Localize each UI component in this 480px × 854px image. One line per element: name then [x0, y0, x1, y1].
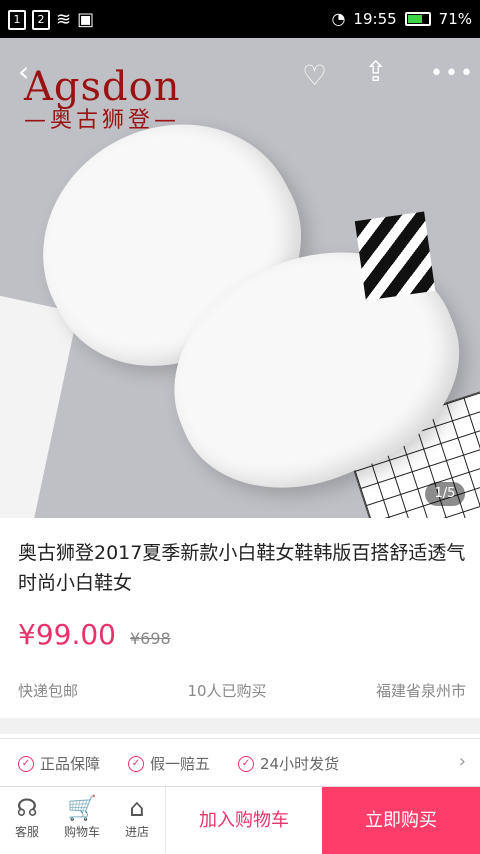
check-icon: ✓: [238, 755, 254, 772]
buy-now-button[interactable]: 立即购买: [322, 787, 480, 854]
battery-icon: [404, 11, 431, 26]
chevron-right-icon[interactable]: ›: [459, 751, 466, 772]
product-title: 奥古狮登2017夏季新款小白鞋女鞋韩版百搭舒适透气时尚小白鞋女: [18, 542, 466, 594]
more-icon[interactable]: •••: [430, 58, 475, 90]
back-icon[interactable]: ‹: [18, 56, 29, 88]
current-price: ¥99.00: [18, 618, 116, 651]
headset-icon: ☊: [16, 794, 38, 822]
battery-fill: [407, 14, 422, 23]
add-to-cart-button[interactable]: 加入购物车: [165, 787, 322, 854]
section-divider: [0, 718, 480, 734]
service-tab[interactable]: ☊ 客服: [0, 793, 54, 840]
meta-row: 快递包邮 10人已购买 福建省泉州市: [18, 680, 466, 701]
check-icon: ✓: [128, 755, 144, 772]
image-indicator: 1/5: [425, 482, 465, 506]
check-icon: ✓: [18, 755, 34, 772]
cart-label: 购物车: [63, 825, 100, 839]
brand-logo: Agsdon —奥古狮登—: [24, 66, 180, 134]
product-image[interactable]: Agsdon —奥古狮登— ‹ ♡ ⇪ ••• 1/5: [0, 38, 480, 518]
sim1-icon: 1: [8, 9, 26, 30]
cart-icon: 🛒: [67, 794, 97, 822]
store-icon: ⌂: [129, 794, 145, 822]
clock-time: 19:55: [353, 9, 397, 28]
brand-logo-en: Agsdon: [24, 64, 181, 110]
shoe-stripes: [354, 211, 436, 301]
service-label: 客服: [14, 825, 39, 839]
price-row: ¥99.00 ¥698: [18, 618, 171, 651]
image-icon: ▣: [77, 9, 95, 30]
store-label: 进店: [124, 825, 149, 839]
guarantee-item: ✓ 24小时发货: [238, 753, 339, 774]
status-left: 1 2 ≋ ▣: [8, 9, 94, 30]
guarantee-label: 假一赔五: [150, 755, 211, 773]
original-price: ¥698: [129, 629, 171, 648]
guarantees-row[interactable]: ✓ 正品保障 ✓ 假一赔五 ✓ 24小时发货 ›: [0, 738, 480, 786]
status-right: ◔ 19:55 71%: [331, 9, 472, 28]
store-tab[interactable]: ⌂ 进店: [110, 793, 164, 840]
ship-location: 福建省泉州市: [375, 682, 466, 700]
sim2-icon: 2: [32, 9, 50, 30]
brand-logo-cn: —奥古狮登—: [24, 108, 181, 133]
heart-icon[interactable]: ♡: [302, 60, 327, 92]
guarantee-label: 24小时发货: [260, 755, 340, 773]
guarantee-item: ✓ 正品保障: [18, 753, 100, 774]
guarantee-item: ✓ 假一赔五: [128, 753, 210, 774]
share-icon[interactable]: ⇪: [364, 56, 387, 88]
sold-count: 10人已购买: [187, 682, 267, 700]
battery-percent: 71%: [438, 9, 472, 28]
shipping-info: 快递包邮: [18, 682, 79, 700]
bottom-action-bar: ☊ 客服 🛒 购物车 ⌂ 进店 加入购物车 立即购买: [0, 786, 480, 854]
wifi-icon: ≋: [56, 9, 72, 30]
guarantee-label: 正品保障: [40, 755, 101, 773]
cart-tab[interactable]: 🛒 购物车: [55, 793, 109, 840]
alarm-icon: ◔: [331, 9, 346, 28]
status-bar: 1 2 ≋ ▣ ◔ 19:55 71%: [0, 0, 480, 38]
